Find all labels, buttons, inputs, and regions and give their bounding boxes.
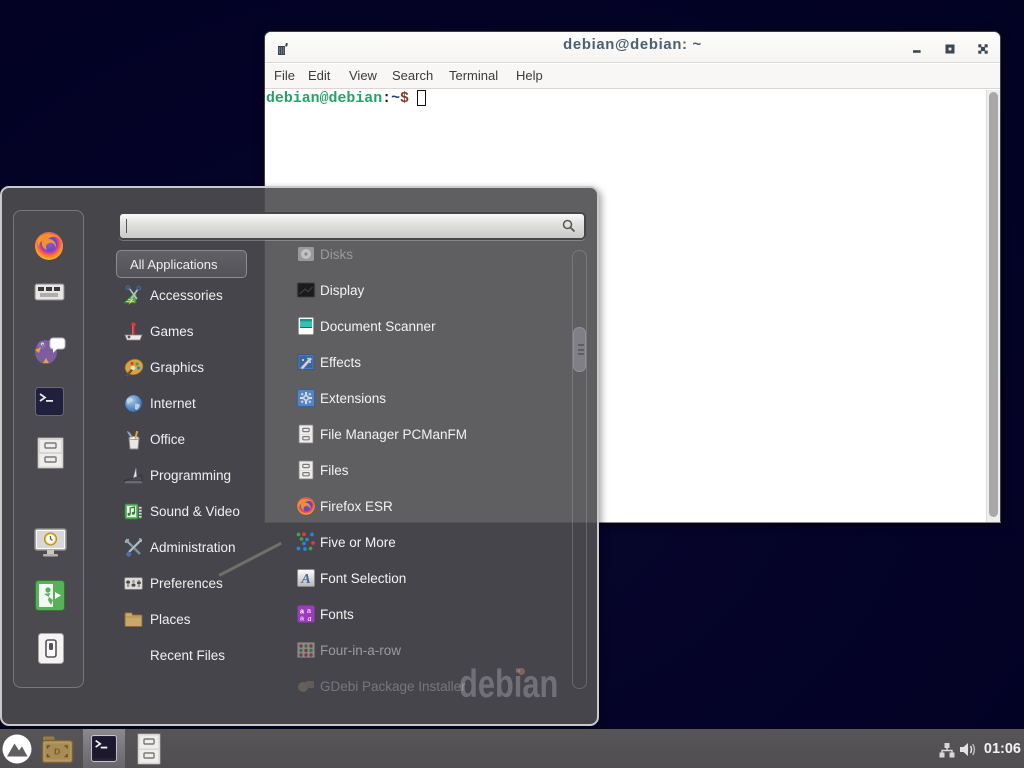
svg-text:a: a xyxy=(308,614,312,623)
svg-text:A: A xyxy=(300,572,310,587)
svg-text:D: D xyxy=(54,747,60,757)
